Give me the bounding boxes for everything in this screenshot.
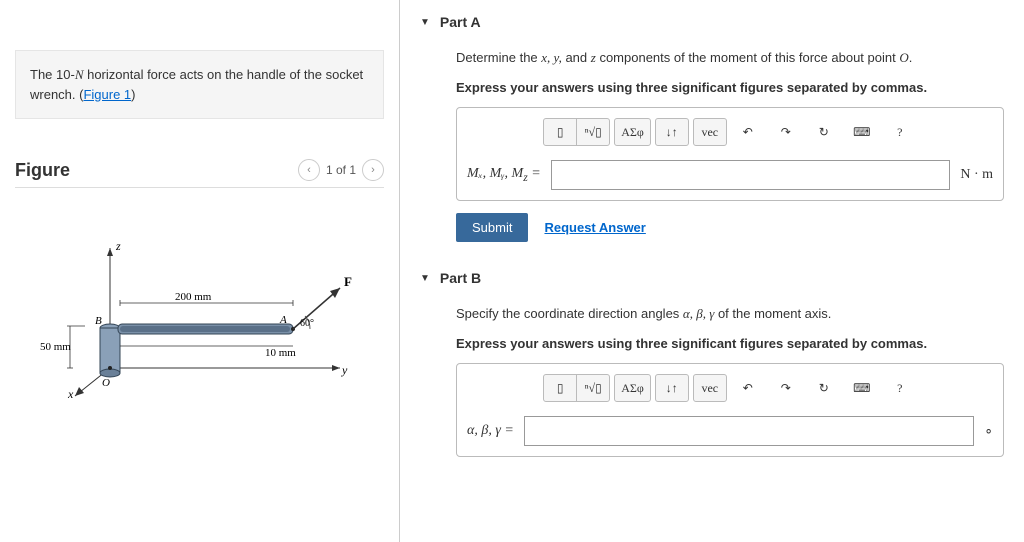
part-b-var-label: α, β, γ = [467,423,514,439]
part-a-var-label: Mₓ, Mᵧ, Mz = [467,166,541,184]
part-b-answer-row: α, β, γ = ∘ [467,416,993,446]
part-b-body: Specify the coordinate direction angles … [420,304,1004,457]
dim-50: 50 mm [40,341,71,353]
figure-nav: ‹ 1 of 1 › [298,159,384,181]
point-b-label: B [95,315,102,327]
part-b-prompt: Specify the coordinate direction angles … [456,304,1004,324]
part-a-input[interactable] [551,160,951,190]
part-a-answer-box: ▯ ⁿ√▯ ΑΣφ ↓↑ vec ↶ ↷ ↻ ⌨ ? Mₓ, Mᵧ, Mz = … [456,107,1004,201]
part-a-header[interactable]: ▼ Part A [420,10,1004,34]
origin-label: O [102,377,110,389]
part-a-prompt: Determine the x, y, and z components of … [456,48,1004,68]
dim-200: 200 mm [175,291,212,303]
caret-down-icon: ▼ [420,17,430,28]
sqrt-button[interactable]: ⁿ√▯ [576,118,610,146]
part-a-request-answer-link[interactable]: Request Answer [544,220,645,235]
part-a-instructions: Express your answers using three signifi… [456,78,1004,98]
figure-image: z y x O B A [15,208,384,418]
axis-y-label: y [341,363,348,377]
reset-button[interactable]: ↻ [807,118,841,146]
subscript-button[interactable]: ↓↑ [655,374,689,402]
part-a-answer-row: Mₓ, Mᵧ, Mz = N · m [467,160,993,190]
figure-counter: 1 of 1 [326,163,356,177]
figure-header: Figure ‹ 1 of 1 › [15,159,384,188]
redo-button[interactable]: ↷ [769,374,803,402]
greek-button[interactable]: ΑΣφ [614,374,651,402]
part-a-body: Determine the x, y, and z components of … [420,48,1004,242]
undo-button[interactable]: ↶ [731,374,765,402]
subscript-button[interactable]: ↓↑ [655,118,689,146]
part-b-title: Part B [440,270,481,286]
angle-label: 60° [300,318,314,329]
templates-button[interactable]: ▯ [543,374,577,402]
undo-button[interactable]: ↶ [731,118,765,146]
greek-button[interactable]: ΑΣφ [614,118,651,146]
left-panel: The 10-N horizontal force acts on the ha… [0,0,400,542]
part-b-answer-box: ▯ ⁿ√▯ ΑΣφ ↓↑ vec ↶ ↷ ↻ ⌨ ? α, β, γ = ∘ [456,363,1004,457]
keyboard-button[interactable]: ⌨ [845,118,879,146]
axis-z-label: z [115,239,121,253]
part-a-submit-button[interactable]: Submit [456,213,528,242]
part-b-instructions: Express your answers using three signifi… [456,334,1004,354]
part-a-unit: N · m [960,167,993,183]
problem-text3: ) [131,87,135,102]
templates-button[interactable]: ▯ [543,118,577,146]
figure-heading: Figure [15,160,70,181]
caret-down-icon: ▼ [420,273,430,284]
part-a-toolbar: ▯ ⁿ√▯ ΑΣφ ↓↑ vec ↶ ↷ ↻ ⌨ ? [467,118,993,146]
reset-button[interactable]: ↻ [807,374,841,402]
figure-link[interactable]: Figure 1 [83,87,131,102]
prev-figure-button[interactable]: ‹ [298,159,320,181]
problem-statement: The 10-N horizontal force acts on the ha… [15,50,384,119]
help-button[interactable]: ? [883,374,917,402]
dim-10: 10 mm [265,347,296,359]
vec-button[interactable]: vec [693,118,727,146]
redo-button[interactable]: ↷ [769,118,803,146]
point-a-label: A [279,314,287,326]
part-a-title: Part A [440,14,481,30]
force-label: F [344,274,352,289]
keyboard-button[interactable]: ⌨ [845,374,879,402]
part-a-submit-row: Submit Request Answer [456,213,1004,242]
vec-button[interactable]: vec [693,374,727,402]
axis-x-label: x [67,387,74,398]
part-b-toolbar: ▯ ⁿ√▯ ΑΣφ ↓↑ vec ↶ ↷ ↻ ⌨ ? [467,374,993,402]
part-b-input[interactable] [524,416,974,446]
problem-text: The 10- [30,67,75,82]
help-button[interactable]: ? [883,118,917,146]
part-b-header[interactable]: ▼ Part B [420,266,1004,290]
sqrt-button[interactable]: ⁿ√▯ [576,374,610,402]
wrench-diagram: z y x O B A [40,228,360,398]
next-figure-button[interactable]: › [362,159,384,181]
part-b-unit: ∘ [984,423,993,440]
right-panel: ▼ Part A Determine the x, y, and z compo… [400,0,1024,542]
